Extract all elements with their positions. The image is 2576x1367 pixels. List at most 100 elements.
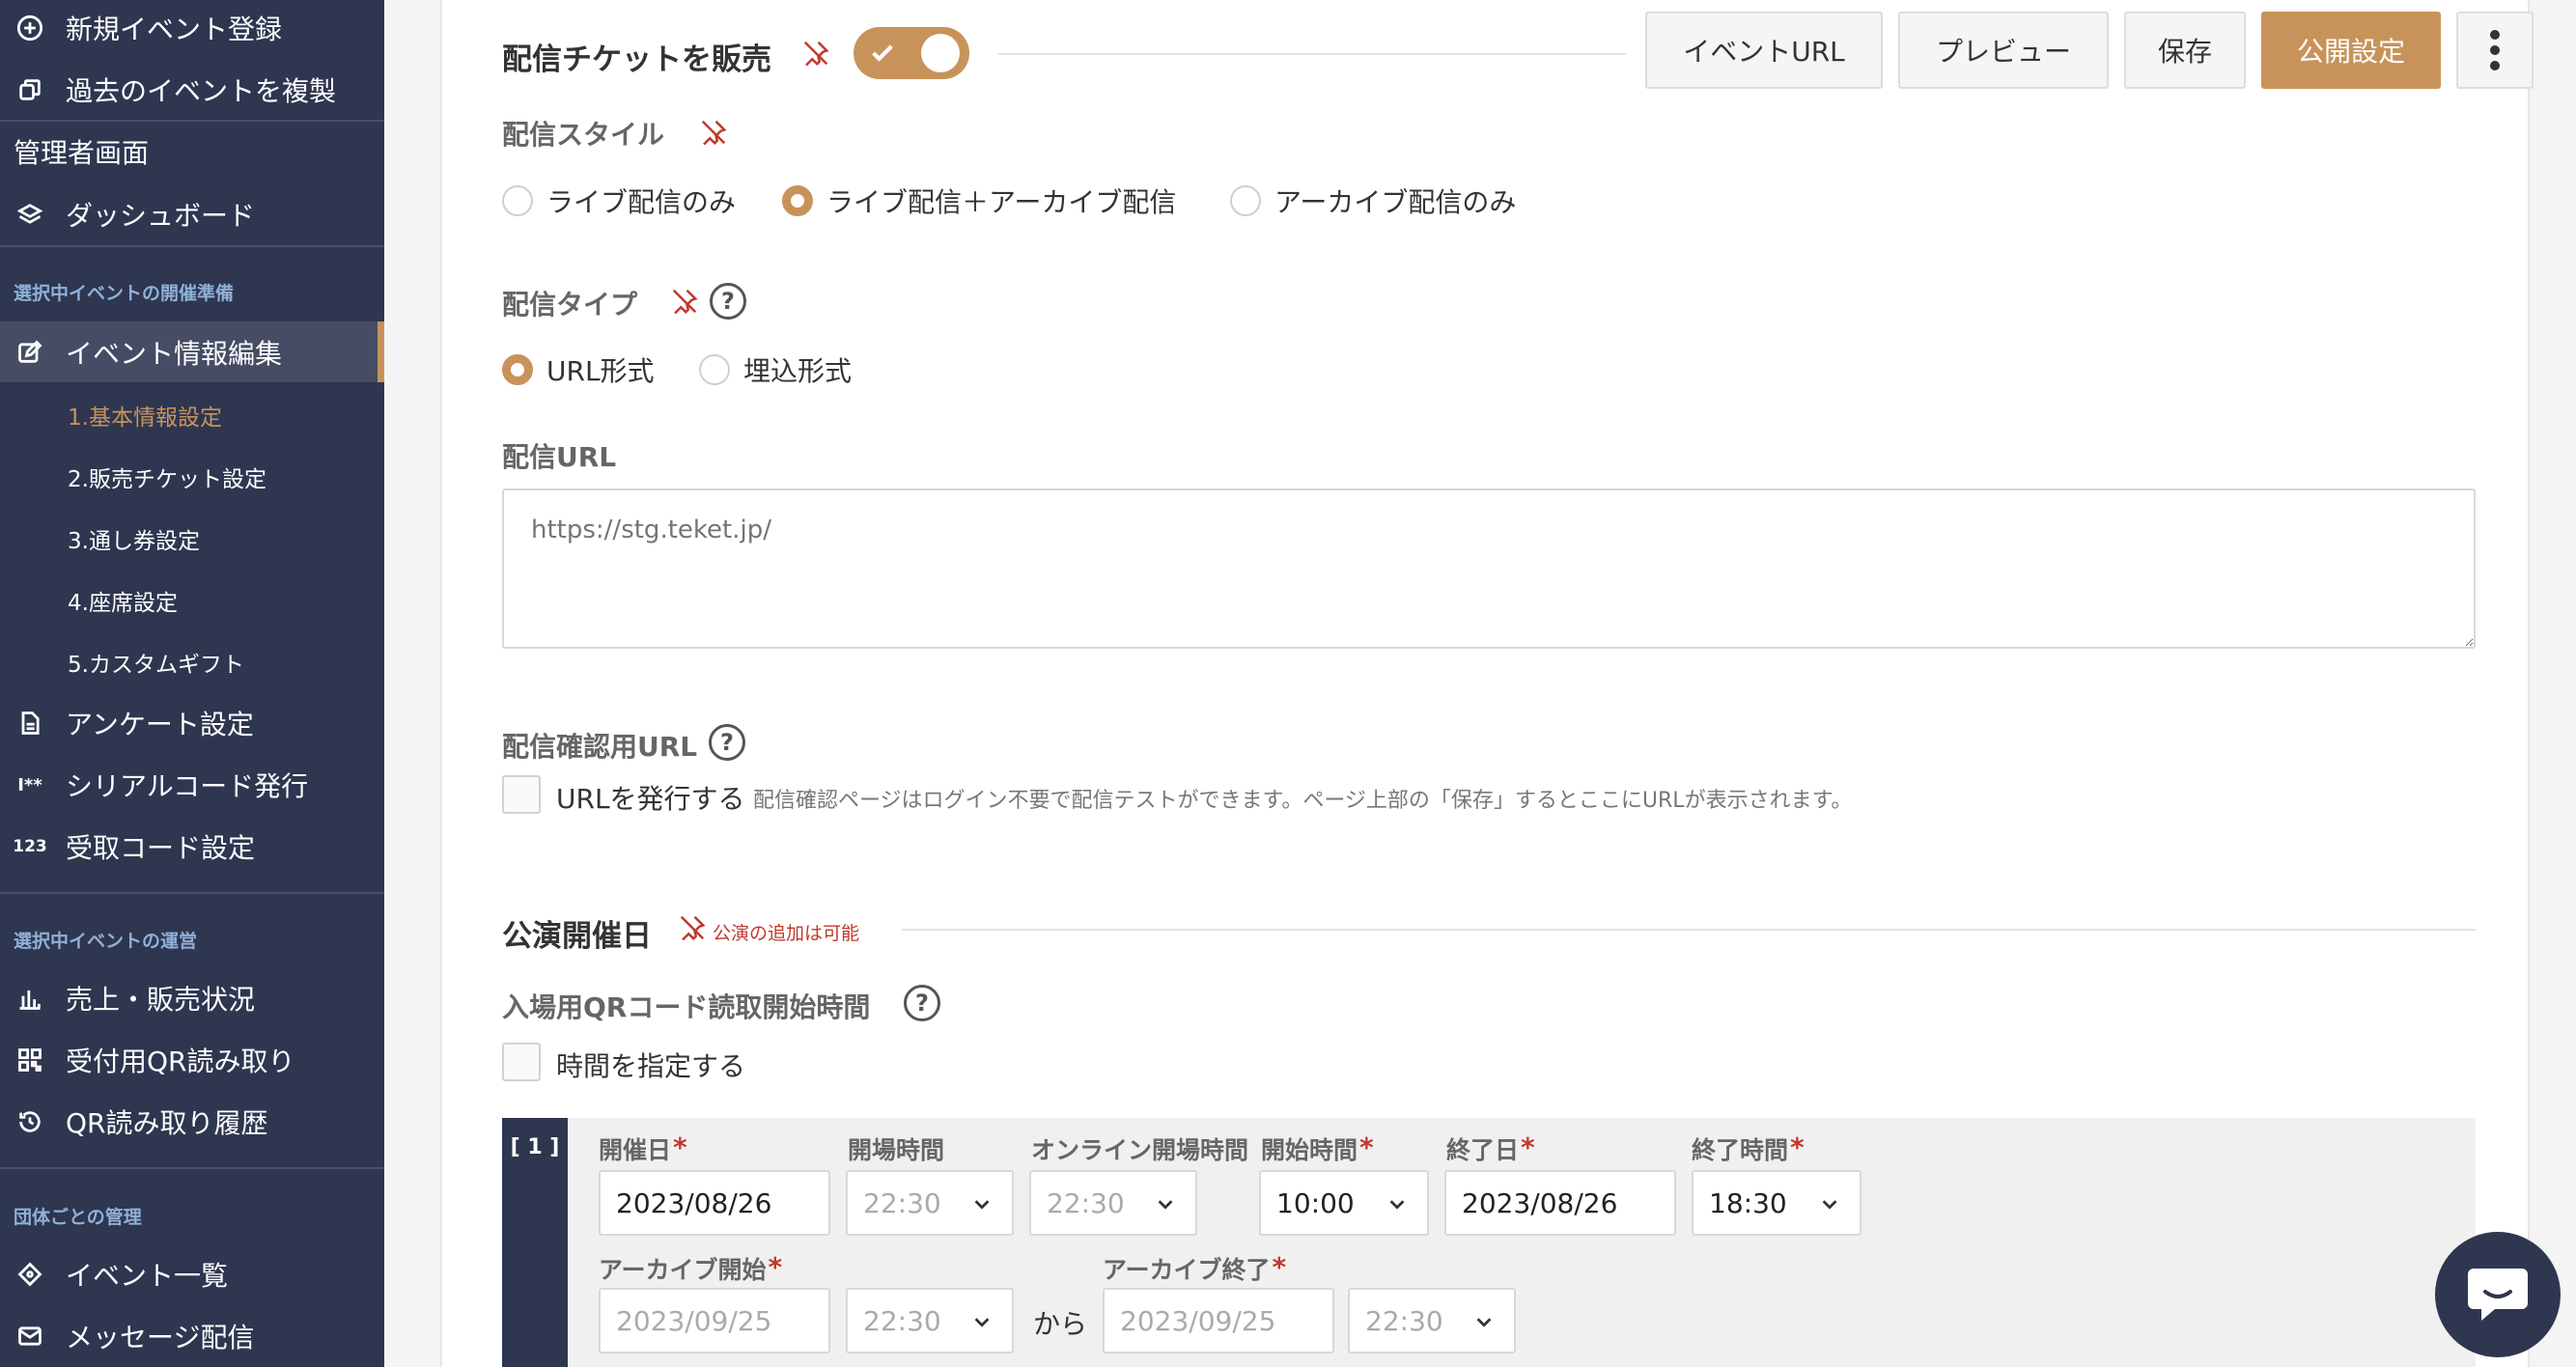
- end-date-input[interactable]: 2023/08/26: [1444, 1170, 1676, 1236]
- select-value: 22:30: [1365, 1304, 1443, 1337]
- sidebar-item-event-edit[interactable]: イベント情報編集: [0, 321, 384, 382]
- type-label: 配信タイプ: [502, 289, 638, 321]
- chat-icon: [2468, 1269, 2528, 1321]
- sidebar-item-qr-read[interactable]: 受付用QR読み取り: [0, 1040, 384, 1080]
- style-option-live[interactable]: ライブ配信のみ: [502, 181, 736, 220]
- sidebar-subitem-pass[interactable]: 3.通し券設定: [68, 522, 200, 555]
- sidebar-subitem-basic[interactable]: 1.基本情報設定: [68, 399, 222, 432]
- sidebar-item-admin[interactable]: 管理者画面: [0, 131, 384, 172]
- streaming-toggle[interactable]: [854, 27, 969, 79]
- sidebar-item-label: 受付用QR読み取り: [66, 1046, 295, 1077]
- sidebar-item-dashboard[interactable]: ダッシュボード: [0, 194, 384, 235]
- help-icon[interactable]: ?: [709, 724, 745, 761]
- sidebar-item-event-list[interactable]: イベント一覧: [0, 1254, 384, 1295]
- end-time-select[interactable]: 18:30: [1692, 1170, 1862, 1236]
- event-url-button[interactable]: イベントURL: [1645, 12, 1883, 89]
- chevron-down-icon: [974, 1318, 990, 1327]
- mail-icon: [15, 1322, 44, 1351]
- more-menu-button[interactable]: [2456, 12, 2534, 89]
- radio-button[interactable]: [782, 185, 813, 216]
- archive-end-label: アーカイブ終了*: [1103, 1251, 1287, 1284]
- sidebar-item-label: イベント一覧: [66, 1260, 229, 1292]
- chevron-down-icon: [1389, 1200, 1405, 1210]
- sidebar-item-receive-code[interactable]: 123 受取コード設定: [0, 826, 384, 867]
- style-label: 配信スタイル: [502, 119, 665, 151]
- radio-button[interactable]: [502, 185, 533, 216]
- sidebar-item-message[interactable]: メッセージ配信: [0, 1316, 384, 1356]
- required-mark: *: [673, 1131, 687, 1163]
- row-index: [ 1 ]: [502, 1118, 568, 1367]
- sidebar-item-label: 過去のイベントを複製: [66, 75, 337, 107]
- issue-url-checkbox[interactable]: [502, 775, 541, 814]
- layers-icon: [15, 200, 44, 229]
- start-time-select[interactable]: 10:00: [1259, 1170, 1429, 1236]
- help-icon[interactable]: ?: [904, 985, 940, 1021]
- sidebar-item-label: シリアルコード発行: [66, 770, 309, 802]
- qr-icon: [15, 1046, 44, 1074]
- online-open-time-label: オンライン開場時間: [1031, 1136, 1249, 1164]
- style-option-live-archive[interactable]: ライブ配信＋アーカイブ配信: [782, 181, 1176, 220]
- sidebar-item-survey[interactable]: アンケート設定: [0, 703, 384, 743]
- date-input[interactable]: 2023/08/26: [599, 1170, 830, 1236]
- radio-button[interactable]: [502, 354, 533, 385]
- chevron-down-icon: [1158, 1200, 1173, 1210]
- radio-button[interactable]: [1230, 185, 1261, 216]
- pin-icon: [678, 913, 707, 946]
- style-option-archive[interactable]: アーカイブ配信のみ: [1230, 181, 1516, 220]
- sidebar-item-new-event[interactable]: 新規イベント登録: [0, 8, 384, 48]
- radio-button[interactable]: [699, 354, 730, 385]
- sidebar-item-copy-event[interactable]: 過去のイベントを複製: [0, 70, 384, 110]
- archive-end-date-input[interactable]: 2023/09/25: [1103, 1288, 1334, 1353]
- specify-time-checkbox[interactable]: [502, 1043, 541, 1081]
- help-icon[interactable]: ?: [710, 283, 746, 320]
- sidebar-item-qr-history[interactable]: QR読み取り履歴: [0, 1102, 384, 1142]
- sidebar-item-serial[interactable]: I** シリアルコード発行: [0, 765, 384, 805]
- archive-start-date-input[interactable]: 2023/09/25: [599, 1288, 830, 1353]
- archive-end-time-select[interactable]: 22:30: [1348, 1288, 1516, 1353]
- sidebar-item-label: イベント情報編集: [66, 337, 283, 370]
- chevron-down-icon: [974, 1200, 990, 1210]
- radio-label: ライブ配信のみ: [546, 186, 737, 218]
- sidebar-subitem-gift[interactable]: 5.カスタムギフト: [68, 646, 244, 679]
- main-content: 配信チケットを販売 イベントURL プレビュー 保存 公開設定 配信スタイル ラ…: [440, 0, 2534, 1367]
- type-option-url[interactable]: URL形式: [502, 350, 655, 389]
- confirm-url-note: 配信確認ページはログイン不要で配信テストができます。ページ上部の「保存」するとこ…: [753, 789, 1853, 813]
- divider: [0, 892, 384, 894]
- end-time-label: 終了時間*: [1692, 1131, 1805, 1164]
- chevron-down-icon: [1822, 1200, 1837, 1210]
- sidebar-item-sales[interactable]: 売上・販売状況: [0, 978, 384, 1018]
- required-mark: *: [1359, 1131, 1374, 1163]
- kebab-icon: [2490, 30, 2500, 70]
- bar-chart-icon: [15, 984, 44, 1013]
- toggle-knob: [921, 34, 960, 72]
- publish-settings-button[interactable]: 公開設定: [2261, 12, 2441, 89]
- divider: [998, 53, 1626, 55]
- sidebar-item-label: 新規イベント登録: [66, 14, 283, 45]
- end-date-label: 終了日*: [1446, 1131, 1535, 1164]
- preview-button[interactable]: プレビュー: [1898, 12, 2109, 89]
- edit-icon: [15, 338, 44, 367]
- stream-url-input[interactable]: [502, 488, 2476, 649]
- save-button[interactable]: 保存: [2124, 12, 2246, 89]
- required-mark: *: [768, 1251, 783, 1283]
- document-icon: [15, 709, 44, 738]
- archive-start-time-select[interactable]: 22:30: [846, 1288, 1014, 1353]
- pin-icon: [699, 118, 728, 151]
- sidebar-item-label: QR読み取り履歴: [66, 1107, 268, 1139]
- sidebar-subitem-tickets[interactable]: 2.販売チケット設定: [68, 460, 266, 493]
- archive-start-label: アーカイブ開始*: [599, 1251, 783, 1284]
- sidebar-item-label: メッセージ配信: [66, 1322, 255, 1353]
- open-time-label: 開場時間: [848, 1136, 945, 1164]
- performance-section-title: 公演開催日: [502, 919, 652, 954]
- section-heading-prepare: 選択中イベントの開催準備: [14, 283, 235, 304]
- online-open-time-select[interactable]: 22:30: [1029, 1170, 1197, 1236]
- sidebar-subitem-seats[interactable]: 4.座席設定: [68, 584, 178, 617]
- select-value: 22:30: [863, 1304, 941, 1337]
- sidebar-item-label: 受取コード設定: [66, 832, 256, 864]
- divider: [902, 929, 2476, 931]
- performance-note: 公演の追加は可能: [713, 923, 860, 944]
- chat-widget-button[interactable]: [2435, 1232, 2561, 1357]
- type-option-embed[interactable]: 埋込形式: [699, 350, 852, 389]
- select-value: 22:30: [863, 1186, 941, 1219]
- open-time-select[interactable]: 22:30: [846, 1170, 1014, 1236]
